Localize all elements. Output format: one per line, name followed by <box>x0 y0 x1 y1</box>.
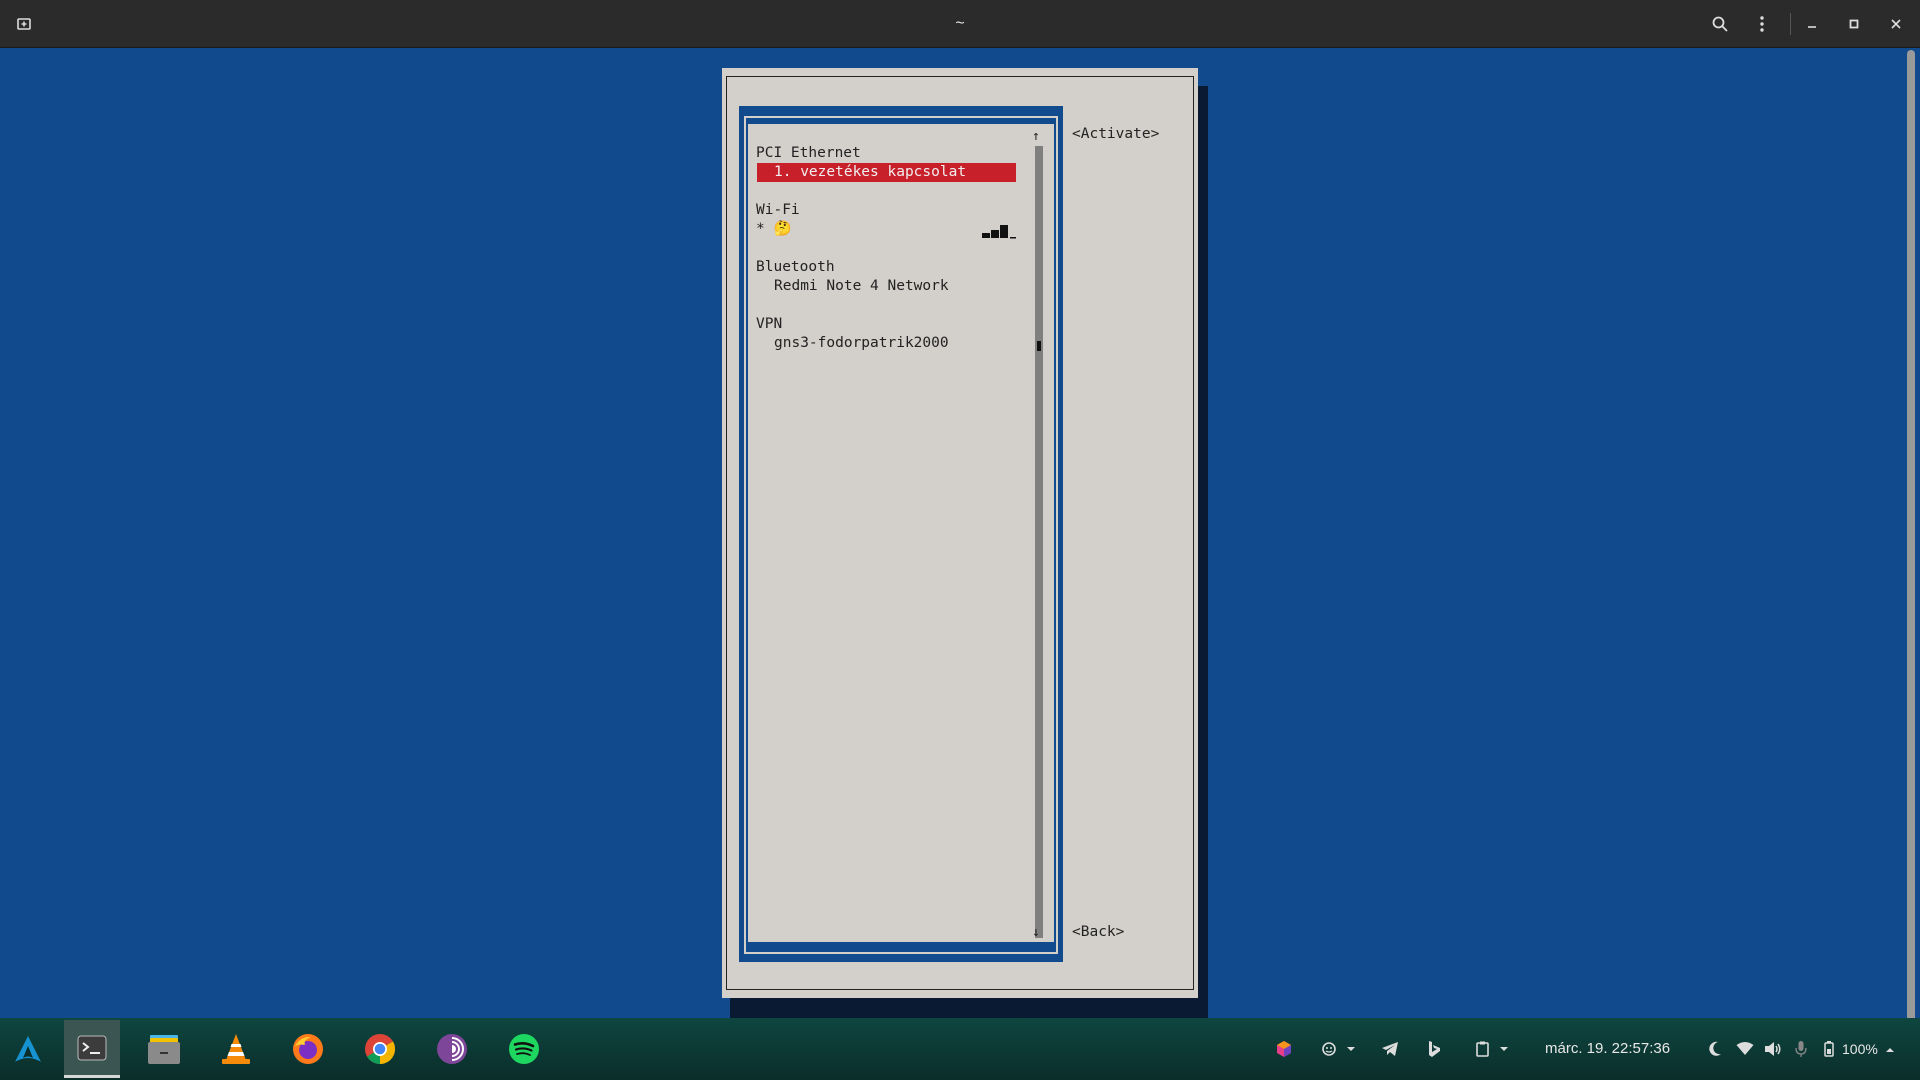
group-header-vpn: VPN <box>756 316 783 332</box>
list-scrollbar[interactable] <box>1035 146 1043 938</box>
window-title: ~ <box>955 15 965 32</box>
battery-percentage-value: 100% <box>1842 1041 1878 1057</box>
taskbar-chrome[interactable] <box>352 1020 408 1078</box>
tray-bing[interactable] <box>1422 1018 1446 1080</box>
taskbar: márc. 19. 22:57:36 100% <box>0 1018 1920 1080</box>
connection-item-wired-selected[interactable]: 1. vezetékes kapcsolat <box>757 163 1016 182</box>
firefox-icon <box>293 1034 323 1064</box>
tray-user-status[interactable] <box>1318 1018 1358 1080</box>
scroll-up-arrow[interactable]: ↑ <box>1032 130 1040 144</box>
group-header-ethernet: PCI Ethernet <box>756 145 861 161</box>
clock[interactable]: márc. 19. 22:57:36 <box>1545 1018 1670 1080</box>
search-button[interactable] <box>1700 0 1740 48</box>
maximize-icon <box>1849 19 1859 29</box>
group-header-bluetooth: Bluetooth <box>756 259 835 275</box>
kebab-menu-icon <box>1760 16 1764 32</box>
taskbar-files[interactable] <box>136 1020 192 1078</box>
tray-night-light[interactable] <box>1702 1018 1728 1080</box>
tray-colorful-app[interactable] <box>1272 1018 1296 1080</box>
chrome-icon <box>365 1034 396 1064</box>
tray-telegram[interactable] <box>1378 1018 1402 1080</box>
connection-list[interactable]: PCI Ethernet 1. vezetékes kapcsolat Wi-F… <box>748 124 1054 942</box>
tray-clipboard[interactable] <box>1472 1018 1512 1080</box>
connection-item-label: 1. vezetékes kapcsolat <box>774 164 967 180</box>
app-launcher-button[interactable] <box>0 1020 56 1078</box>
minimize-button[interactable] <box>1792 0 1832 48</box>
wifi-icon <box>1736 1042 1754 1055</box>
activate-button[interactable]: <Activate> <box>1072 125 1159 144</box>
tray-volume[interactable] <box>1760 1018 1786 1080</box>
titlebar-separator <box>1790 13 1791 35</box>
menu-button[interactable] <box>1742 0 1782 48</box>
close-button[interactable] <box>1876 0 1916 48</box>
list-scroll-thumb[interactable] <box>1037 341 1041 351</box>
tor-browser-icon <box>437 1034 467 1064</box>
taskbar-vlc[interactable] <box>208 1020 264 1078</box>
tray-battery[interactable] <box>1818 1018 1840 1080</box>
vlc-icon <box>222 1034 250 1064</box>
tray-microphone[interactable] <box>1788 1018 1814 1080</box>
minimize-icon <box>1808 26 1816 28</box>
battery-percentage[interactable]: 100% <box>1842 1018 1895 1080</box>
taskbar-firefox[interactable] <box>280 1020 336 1078</box>
spotify-icon <box>509 1034 539 1064</box>
search-icon <box>1712 16 1728 32</box>
telegram-icon <box>1382 1042 1398 1056</box>
arch-logo-icon <box>15 1036 41 1062</box>
terminal-icon <box>77 1035 107 1060</box>
chevron-up-icon <box>1885 1048 1894 1053</box>
connection-item-wifi[interactable]: * 🤔 <box>756 220 792 239</box>
scroll-down-arrow[interactable]: ↓ <box>1032 926 1040 940</box>
window-titlebar: ~ <box>0 0 1920 48</box>
signal-strength-icon <box>982 225 1016 239</box>
back-button[interactable]: <Back> <box>1072 923 1124 942</box>
battery-icon <box>1824 1041 1834 1057</box>
connection-item-vpn[interactable]: gns3-fodorpatrik2000 <box>774 334 949 353</box>
taskbar-terminal[interactable] <box>64 1020 120 1078</box>
group-header-wifi: Wi-Fi <box>756 202 800 218</box>
taskbar-spotify[interactable] <box>496 1020 552 1078</box>
bing-icon <box>1429 1041 1440 1057</box>
tray-wifi[interactable] <box>1732 1018 1758 1080</box>
close-icon <box>1891 19 1901 29</box>
volume-icon <box>1765 1042 1781 1056</box>
night-light-icon <box>1709 1041 1721 1056</box>
connection-item-bluetooth[interactable]: Redmi Note 4 Network <box>774 277 949 296</box>
terminal-scrollbar[interactable] <box>1907 50 1915 1026</box>
microphone-icon <box>1795 1041 1807 1057</box>
user-status-icon <box>1322 1042 1355 1056</box>
colorful-app-icon <box>1277 1041 1291 1057</box>
taskbar-tor-browser[interactable] <box>424 1020 480 1078</box>
clipboard-icon <box>1476 1041 1508 1057</box>
maximize-button[interactable] <box>1834 0 1874 48</box>
files-icon <box>148 1035 180 1064</box>
